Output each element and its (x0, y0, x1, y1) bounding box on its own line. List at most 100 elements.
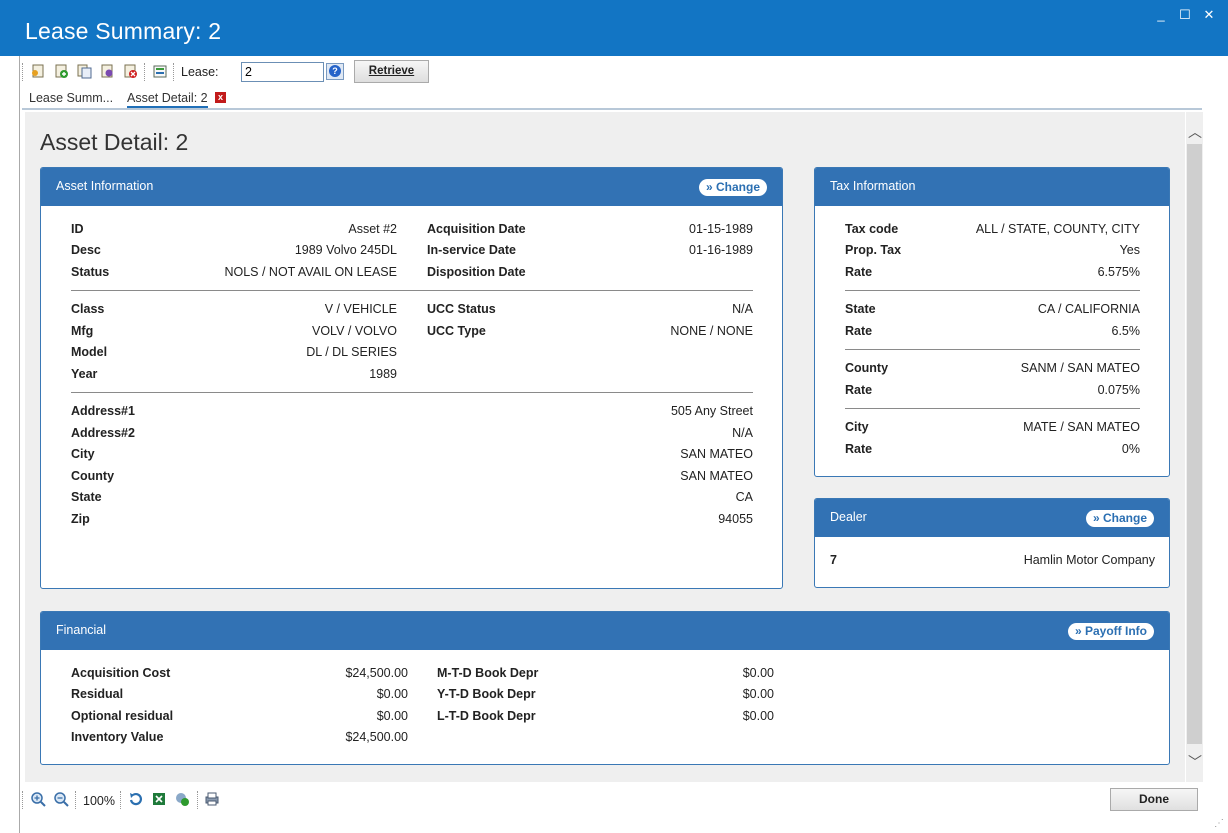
toolbar-separator (144, 63, 147, 81)
window-title: Lease Summary: 2 (25, 18, 222, 44)
field-value: MATE / SAN MATEO (1023, 420, 1140, 434)
payoff-info-button[interactable]: » Payoff Info (1067, 623, 1154, 640)
field-value: 94055 (718, 512, 753, 526)
resize-grip-icon[interactable]: ⋰ (1214, 818, 1226, 830)
field-label: Address#2 (71, 426, 135, 440)
divider (845, 408, 1140, 409)
field-label: Acquisition Date (427, 222, 526, 236)
dealer-panel: Dealer » Change 7 Hamlin Motor Company (814, 498, 1170, 588)
field-label: Class (71, 302, 105, 316)
field-label: In-service Date (427, 243, 516, 257)
field-value: $24,500.00 (345, 666, 408, 680)
field-label: Address#1 (71, 404, 135, 418)
divider (71, 392, 753, 393)
field-label: City (71, 447, 95, 461)
vertical-scrollbar[interactable]: ︿ ﹀ (1186, 112, 1203, 782)
panel-title: Tax Information (830, 179, 916, 193)
field-value: N/A (732, 302, 753, 316)
field-value: VOLV / VOLVO (312, 324, 397, 338)
asset-change-button[interactable]: » Change (698, 179, 767, 196)
panel-header: Tax Information (815, 168, 1169, 206)
export-icon[interactable] (174, 791, 190, 807)
field-label: City (845, 420, 869, 434)
dealer-id: 7 (830, 553, 837, 567)
field-label: Disposition Date (427, 265, 526, 279)
field-label: Residual (71, 687, 124, 701)
tab-asset-detail[interactable]: Asset Detail: 2 (127, 91, 208, 108)
field-value: $0.00 (742, 666, 774, 680)
dealer-change-button[interactable]: » Change (1085, 510, 1154, 527)
field-value: ALL / STATE, COUNTY, CITY (975, 222, 1140, 236)
toolbar-grip[interactable] (22, 791, 25, 809)
title-bar: Lease Summary: 2 _ ☐ ✕ (0, 0, 1228, 56)
retrieve-button[interactable]: Retrieve (354, 60, 429, 83)
zoom-out-icon[interactable] (53, 791, 69, 807)
field-value: Yes (1119, 243, 1140, 257)
field-value: $24,500.00 (345, 730, 408, 744)
add-document-icon[interactable] (53, 63, 69, 79)
field-label: Status (71, 265, 110, 279)
divider (845, 290, 1140, 291)
scroll-up-icon[interactable]: ︿ (1188, 122, 1202, 142)
report-icon[interactable] (152, 63, 168, 79)
zoom-in-icon[interactable] (30, 791, 46, 807)
field-label: UCC Type (427, 324, 486, 338)
tab-strip: Lease Summ... Asset Detail: 2 x (22, 88, 1202, 110)
scroll-down-icon[interactable]: ﹀ (1188, 752, 1202, 772)
field-label: County (845, 361, 889, 375)
toolbar-separator (120, 791, 123, 809)
field-label: Desc (71, 243, 101, 257)
field-value: 6.5% (1111, 324, 1141, 338)
field-value: 505 Any Street (670, 404, 753, 418)
tax-information-panel: Tax Information Tax code ALL / STATE, CO… (814, 167, 1170, 477)
field-value: $0.00 (376, 687, 408, 701)
delete-document-icon[interactable] (122, 63, 138, 79)
copy-document-icon[interactable] (76, 63, 92, 79)
field-value: Asset #2 (348, 222, 397, 236)
panel-header: Financial » Payoff Info (41, 612, 1169, 650)
field-label: Rate (845, 383, 873, 397)
field-value: 01-16-1989 (689, 243, 753, 257)
field-label: Model (71, 345, 108, 359)
field-label: State (71, 490, 102, 504)
field-value: 0% (1121, 442, 1140, 456)
done-button[interactable]: Done (1110, 788, 1198, 811)
field-label: Zip (71, 512, 90, 526)
field-value: $0.00 (742, 687, 774, 701)
lease-label: Lease: (181, 65, 219, 79)
field-label: UCC Status (427, 302, 496, 316)
field-value: V / VEHICLE (324, 302, 397, 316)
tab-lease-summary[interactable]: Lease Summ... (29, 91, 113, 105)
refresh-icon[interactable] (128, 791, 144, 807)
field-value: 6.575% (1097, 265, 1140, 279)
field-label: Year (71, 367, 98, 381)
field-value: N/A (732, 426, 753, 440)
toolbar-grip[interactable] (22, 63, 25, 81)
financial-panel: Financial » Payoff Info Acquisition Cost… (40, 611, 1170, 765)
help-icon: ? (329, 65, 341, 77)
new-document-icon[interactable] (30, 63, 46, 79)
maximize-button[interactable]: ☐ (1176, 6, 1194, 24)
scrollbar-thumb[interactable] (1187, 144, 1202, 744)
field-label: Y-T-D Book Depr (437, 687, 536, 701)
dealer-name: Hamlin Motor Company (1023, 553, 1155, 567)
field-value: $0.00 (742, 709, 774, 723)
lease-input[interactable] (241, 62, 324, 82)
tab-close-icon[interactable]: x (215, 92, 226, 103)
field-value: SANM / SAN MATEO (1020, 361, 1140, 375)
panel-header: Dealer » Change (815, 499, 1169, 537)
panel-title: Financial (56, 623, 107, 637)
lease-lookup-button[interactable]: ? (326, 63, 344, 80)
minimize-button[interactable]: _ (1152, 6, 1170, 24)
field-value: CA / CALIFORNIA (1037, 302, 1140, 316)
field-value: $0.00 (376, 709, 408, 723)
preview-document-icon[interactable] (99, 63, 115, 79)
field-value: 1989 Volvo 245DL (294, 243, 397, 257)
field-label: M-T-D Book Depr (437, 666, 539, 680)
excel-export-icon[interactable] (151, 791, 167, 807)
status-bar: 100% (20, 788, 1210, 812)
field-label: Mfg (71, 324, 94, 338)
divider (845, 349, 1140, 350)
close-button[interactable]: ✕ (1200, 6, 1218, 24)
print-icon[interactable] (204, 791, 220, 807)
